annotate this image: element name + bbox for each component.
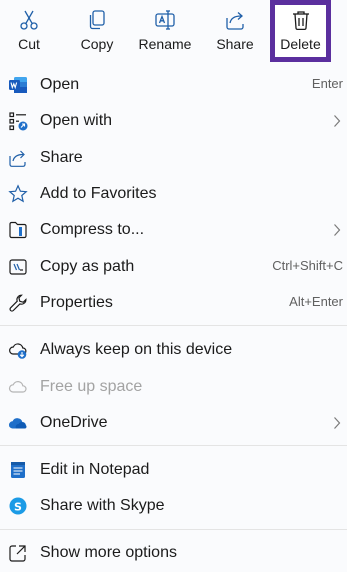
menu-item-label: Copy as path: [40, 258, 135, 275]
menu-item-label: Always keep on this device: [40, 341, 233, 358]
skype-icon: S: [8, 496, 28, 516]
menu-item-share[interactable]: Share: [0, 140, 347, 176]
shortcut-text: Ctrl+Shift+C: [272, 258, 343, 273]
menu-item-add-to-favorites[interactable]: Add to Favorites: [0, 176, 347, 212]
copy-label: Copy: [80, 36, 114, 52]
menu-item-label: Share with Skype: [40, 497, 165, 514]
context-menu: Cut Copy Rename Share Delete Open Enter …: [0, 0, 347, 572]
onedrive-icon: [8, 413, 28, 433]
menu-item-always-keep-on-device[interactable]: Always keep on this device: [0, 332, 347, 368]
rename-label: Rename: [138, 36, 192, 52]
menu-item-label: Compress to...: [40, 221, 145, 238]
menu-item-label: Show more options: [40, 544, 177, 561]
menu-item-show-more-options[interactable]: Show more options: [0, 535, 347, 571]
share-icon: [8, 148, 28, 168]
share-label: Share: [216, 36, 254, 52]
chevron-right-icon: [334, 224, 341, 236]
copy-path-icon: [8, 257, 28, 277]
scissors-icon: [20, 10, 38, 30]
cut-button[interactable]: Cut: [4, 0, 54, 62]
separator: [0, 325, 347, 326]
menu-item-open-with[interactable]: Open with: [0, 103, 347, 139]
menu-item-label: OneDrive: [40, 414, 108, 431]
cloud-icon: [8, 377, 28, 397]
delete-button-inner: Delete: [275, 5, 326, 57]
menu-item-onedrive[interactable]: OneDrive: [0, 405, 347, 441]
delete-label: Delete: [280, 36, 321, 52]
shortcut-text: Enter: [311, 76, 343, 91]
chevron-right-icon: [334, 115, 341, 127]
menu-item-free-up-space: Free up space: [0, 369, 347, 405]
context-menu-toolbar: Cut Copy Rename Share Delete: [0, 0, 347, 62]
chevron-right-icon: [334, 417, 341, 429]
menu-item-open[interactable]: Open Enter: [0, 67, 347, 103]
separator: [0, 445, 347, 446]
menu-item-label: Add to Favorites: [40, 185, 157, 202]
copy-icon: [89, 10, 105, 30]
menu-item-label: Share: [40, 149, 83, 166]
rename-icon: [155, 10, 175, 30]
svg-text:S: S: [14, 500, 22, 513]
menu-item-label: Free up space: [40, 378, 143, 395]
rename-button[interactable]: Rename: [135, 0, 195, 62]
menu-item-compress-to[interactable]: Compress to...: [0, 212, 347, 248]
show-more-icon: [8, 543, 28, 563]
trash-icon: [292, 11, 309, 31]
delete-button[interactable]: Delete: [270, 0, 331, 62]
menu-item-label: Properties: [40, 294, 113, 311]
open-with-icon: [8, 111, 28, 131]
share-button[interactable]: Share: [210, 0, 260, 62]
word-icon: [8, 75, 28, 95]
notepad-icon: [8, 460, 28, 480]
share-icon: [226, 12, 244, 30]
shortcut-text: Alt+Enter: [289, 294, 343, 309]
menu-item-share-with-skype[interactable]: S Share with Skype: [0, 488, 347, 524]
menu-item-edit-in-notepad[interactable]: Edit in Notepad: [0, 452, 347, 488]
wrench-icon: [8, 293, 28, 313]
cut-label: Cut: [18, 36, 40, 52]
star-icon: [8, 184, 28, 204]
menu-item-properties[interactable]: Properties Alt+Enter: [0, 285, 347, 321]
cloud-download-icon: [8, 340, 28, 360]
separator: [0, 529, 347, 530]
menu-item-label: Edit in Notepad: [40, 461, 150, 478]
menu-item-label: Open with: [40, 112, 113, 129]
zip-icon: [8, 220, 28, 240]
menu-item-label: Open: [40, 76, 80, 93]
copy-button[interactable]: Copy: [71, 0, 123, 62]
menu-item-copy-as-path[interactable]: Copy as path Ctrl+Shift+C: [0, 249, 347, 285]
